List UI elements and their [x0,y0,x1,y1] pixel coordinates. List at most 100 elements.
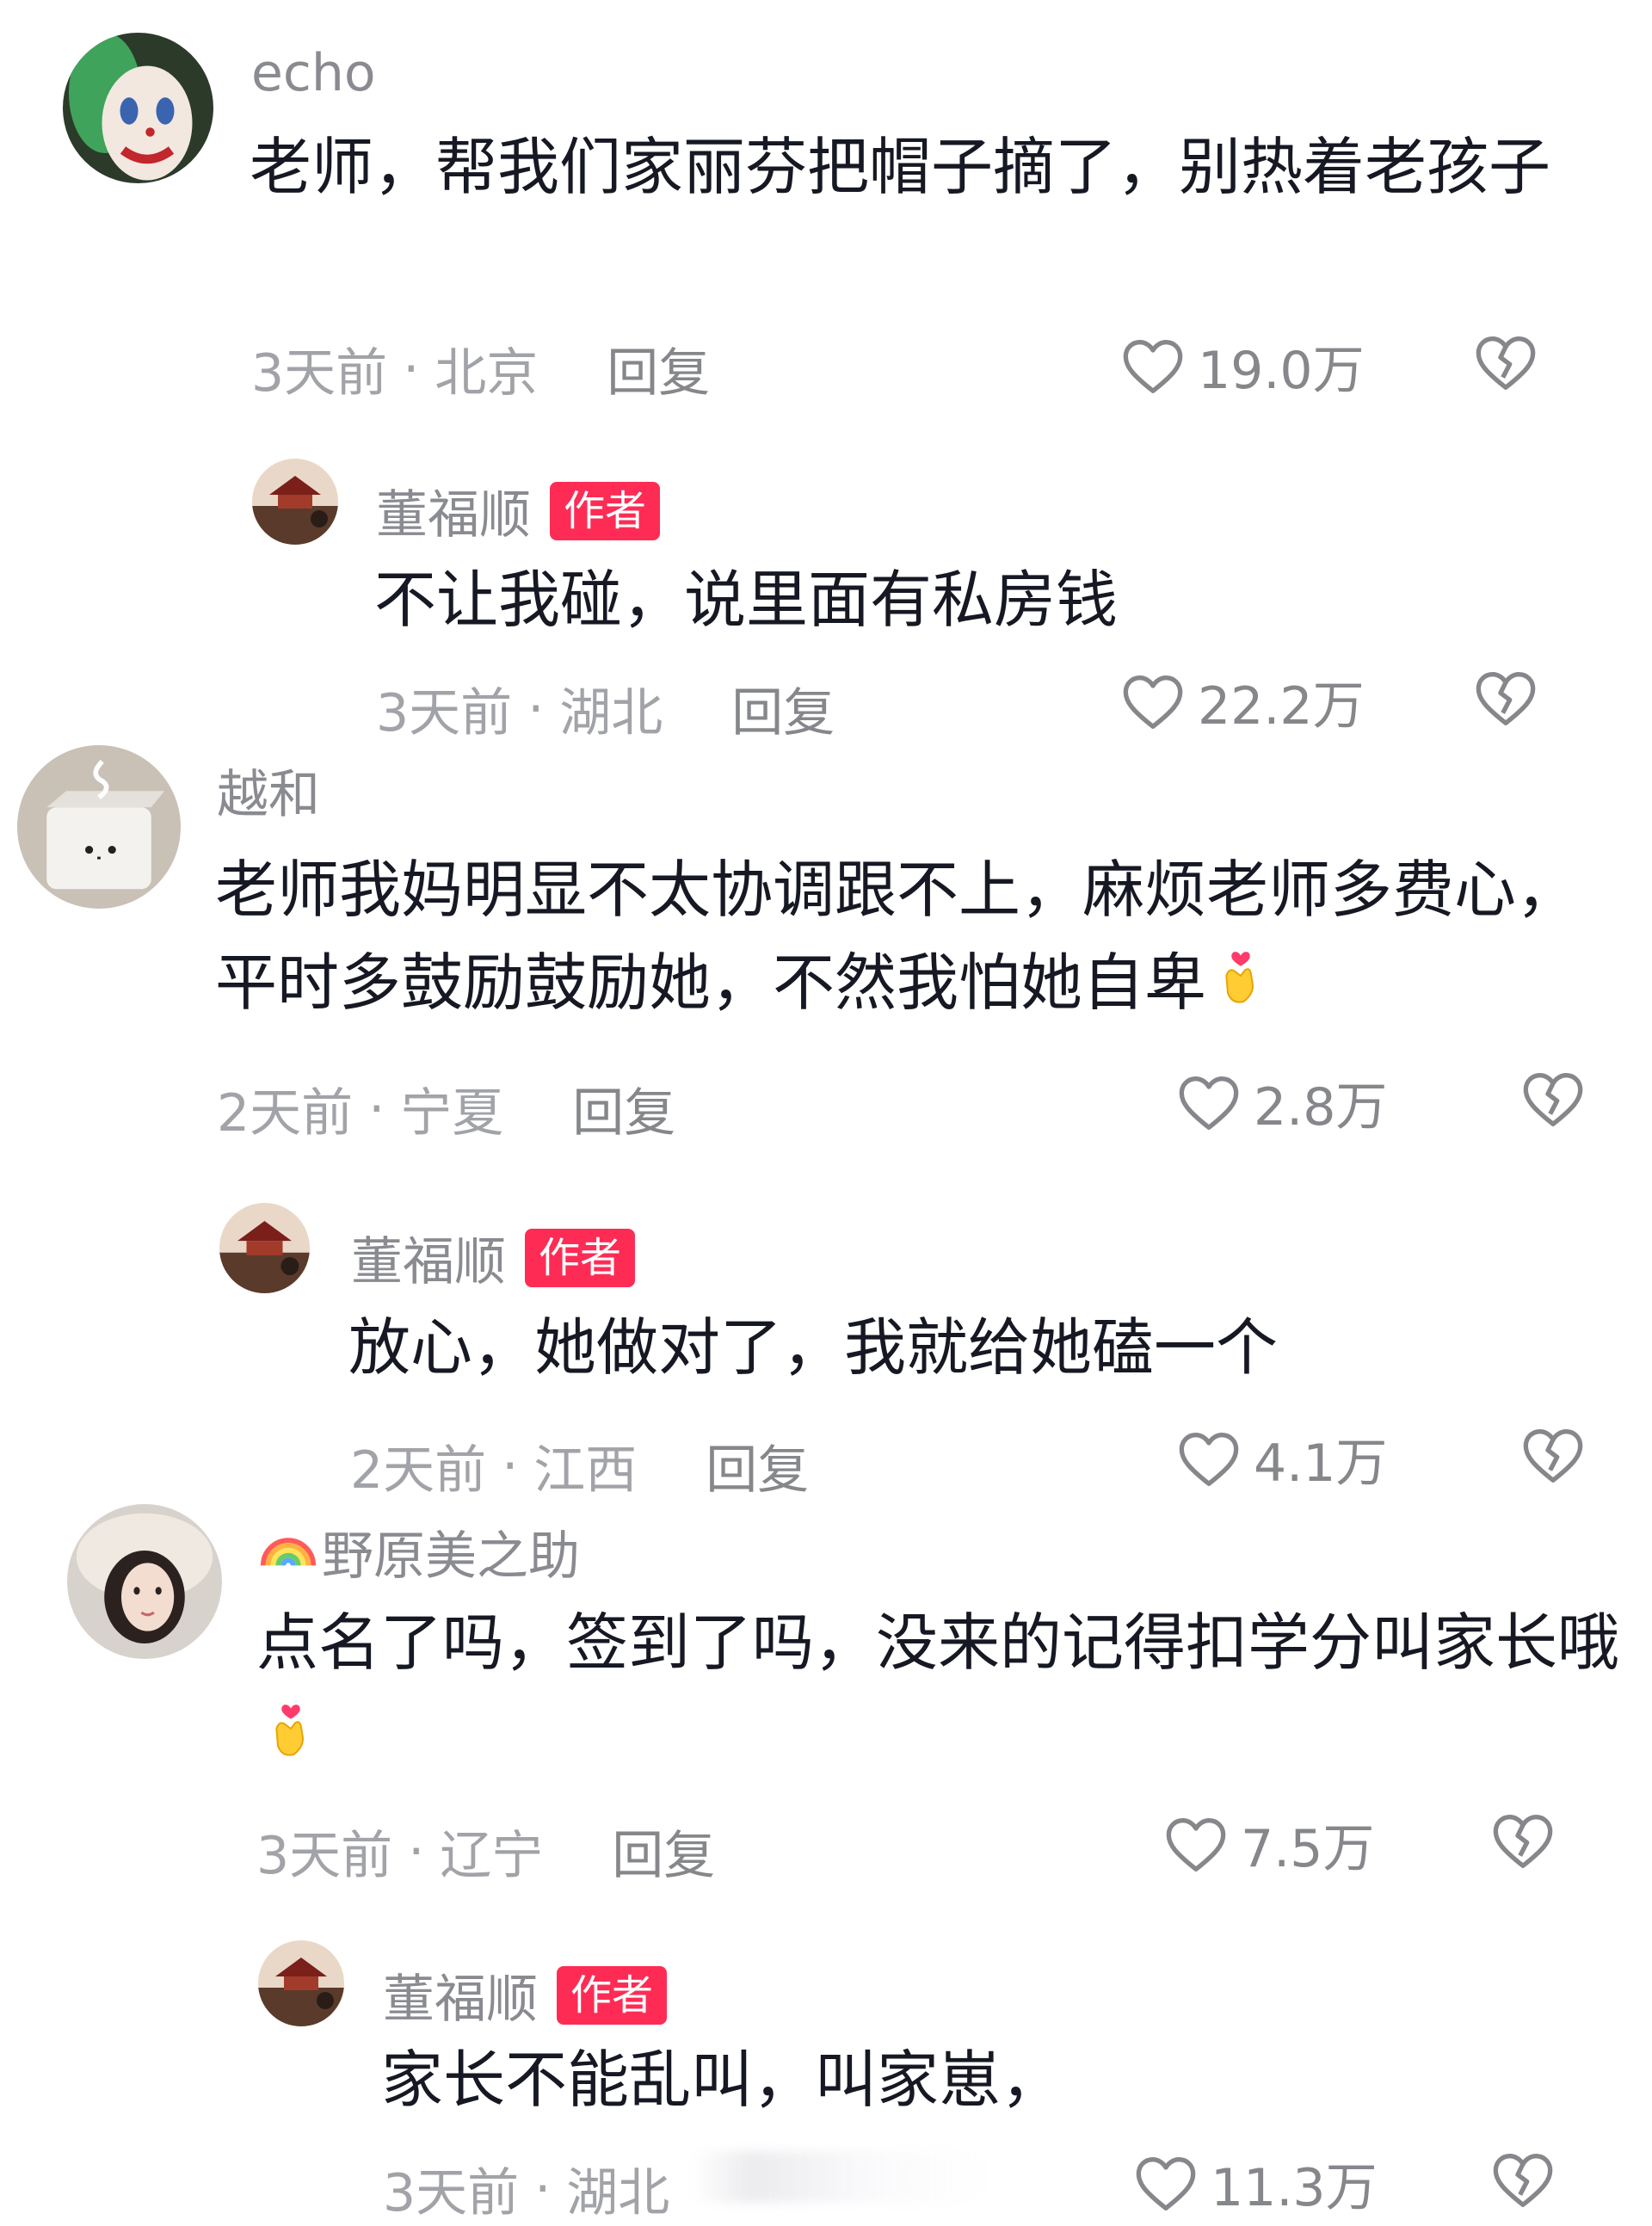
reply-meta: 3天前 · 湖北 [383,2151,669,2226]
author-avatar-image [258,1940,344,2026]
comment-text-content: 老师，帮我们家丽芬把帽子摘了，别热着老孩子 [250,131,1551,203]
author-badge: 作者 [550,481,661,540]
heart-outline-icon [1123,339,1183,393]
like-count: 4.1万 [1254,1434,1388,1494]
joker-avatar-image [63,33,213,183]
reply-username[interactable]: 董福顺 作者 [383,1958,668,2032]
separator-dot: · [502,1435,519,1496]
reply-button[interactable]: 回复 [731,671,835,746]
reply-time: 2天前 [350,1440,487,1501]
broken-heart-icon [1523,1429,1583,1483]
broken-heart-icon [1476,336,1536,391]
broken-heart-icon [1493,2154,1553,2207]
reply-meta: 2天前 · 江西 回复 [350,1428,809,1503]
comment-username[interactable]: 越和 [217,753,320,828]
comment-location: 宁夏 [400,1083,504,1144]
reply-text: 家长不能乱叫，叫家崽， [381,2033,1629,2126]
like-count: 7.5万 [1241,1819,1375,1879]
comment-text-content: 老师我妈明显不太协调跟不上，麻烦老师多费心，平时多鼓励鼓励她，不然我怕她自卑 [215,854,1579,1019]
reply-meta: 3天前 · 湖北 回复 [376,671,835,746]
avatar[interactable] [219,1203,310,1293]
username-text: 董福顺 [383,1970,538,2030]
comment-meta: 3天前 · 北京 回复 [251,331,710,406]
finger-heart-emoji [256,1694,325,1788]
comment-text: 点名了吗，签到了吗，没来的记得扣学分叫家长哦 [256,1596,1624,1788]
separator-dot: · [408,1821,425,1882]
username-text: 野原美之助 [322,1526,580,1587]
rainbow-emoji [258,1515,318,1588]
reply-text: 不让我碰，说里面有私房钱 [374,553,1622,646]
comment-meta: 2天前 · 宁夏 回复 [217,1071,675,1146]
reply-time: 3天前 [383,2163,520,2223]
dislike-button[interactable] [1489,2146,1557,2215]
broken-heart-icon [1493,1815,1553,1868]
reply-location: 湖北 [566,2163,670,2223]
author-badge: 作者 [525,1228,636,1287]
avatar[interactable] [252,459,338,545]
heart-outline-icon [1136,2156,1196,2211]
heart-outline-icon [1179,1432,1239,1486]
comment-text: 老师，帮我们家丽芬把帽子摘了，别热着老孩子 [250,120,1618,213]
reply-text-content: 家长不能乱叫，叫家崽， [381,2044,1063,2116]
reply-button[interactable]: 回复 [607,331,710,406]
dislike-button[interactable] [1519,1065,1587,1134]
avatar[interactable] [67,1504,222,1659]
reply-button[interactable]: 回复 [572,1071,675,1146]
like-button[interactable]: 2.8万 [1174,1065,1387,1140]
like-count: 11.3万 [1211,2158,1378,2218]
like-button[interactable]: 19.0万 [1119,329,1365,404]
avatar[interactable] [258,1940,344,2026]
author-badge: 作者 [557,1965,668,2025]
dislike-button[interactable] [1519,1421,1587,1490]
comment-username[interactable]: echo [251,43,376,103]
like-button[interactable]: 7.5万 [1162,1807,1374,1882]
like-count: 2.8万 [1254,1077,1388,1138]
username-text: 董福顺 [351,1232,506,1292]
reply-location: 湖北 [559,683,663,743]
like-count: 22.2万 [1198,676,1365,737]
reply-button[interactable]: 回复 [612,1814,715,1889]
broken-heart-icon [1476,672,1536,725]
separator-dot: · [534,2158,552,2219]
username-text: 越和 [217,765,320,825]
comment-text: 老师我妈明显不太协调跟不上，麻烦老师多费心，平时多鼓励鼓励她，不然我怕她自卑 [215,843,1583,1035]
comment-time: 2天前 [217,1083,354,1144]
reply-text-content: 不让我碰，说里面有私房钱 [374,564,1119,636]
like-button[interactable]: 11.3万 [1131,2146,1378,2221]
avatar[interactable] [63,33,213,183]
tofu-avatar-image [17,745,181,909]
reply-text-content: 放心，她做对了，我就给她磕一个 [348,1311,1279,1384]
like-count: 19.0万 [1198,341,1365,401]
author-avatar-image [252,459,338,545]
username-text: 董福顺 [376,485,531,546]
like-button[interactable]: 22.2万 [1119,664,1365,739]
reply-username[interactable]: 董福顺 作者 [351,1220,636,1295]
comment-username[interactable]: 野原美之助 [258,1514,580,1589]
heart-outline-icon [1166,1817,1226,1871]
finger-heart-emoji [1206,941,1275,1035]
comment-location: 辽宁 [440,1826,544,1886]
dislike-button[interactable] [1489,1807,1557,1876]
reply-text: 放心，她做对了，我就给她磕一个 [348,1301,1596,1394]
heart-outline-icon [1179,1076,1239,1130]
reply-location: 江西 [533,1440,638,1501]
comment-time: 3天前 [256,1826,393,1886]
like-button[interactable]: 4.1万 [1174,1421,1387,1496]
dislike-button[interactable] [1471,664,1540,733]
broken-heart-icon [1523,1073,1583,1126]
username-text: echo [251,43,376,103]
separator-dot: · [403,338,420,399]
comment-time: 3天前 [251,343,388,404]
girl-avatar-image [67,1504,222,1659]
dislike-button[interactable] [1471,329,1540,398]
watermark-overlay [693,2151,985,2203]
author-avatar-image [219,1203,310,1293]
comment-location: 北京 [435,343,539,404]
heart-outline-icon [1123,675,1183,729]
reply-username[interactable]: 董福顺 作者 [376,473,661,548]
reply-button[interactable]: 回复 [706,1428,809,1503]
comment-text-content: 点名了吗，签到了吗，没来的记得扣学分叫家长哦 [256,1606,1620,1679]
avatar[interactable] [17,745,181,909]
comment-meta: 3天前 · 辽宁 回复 [256,1814,715,1889]
separator-dot: · [368,1078,385,1139]
